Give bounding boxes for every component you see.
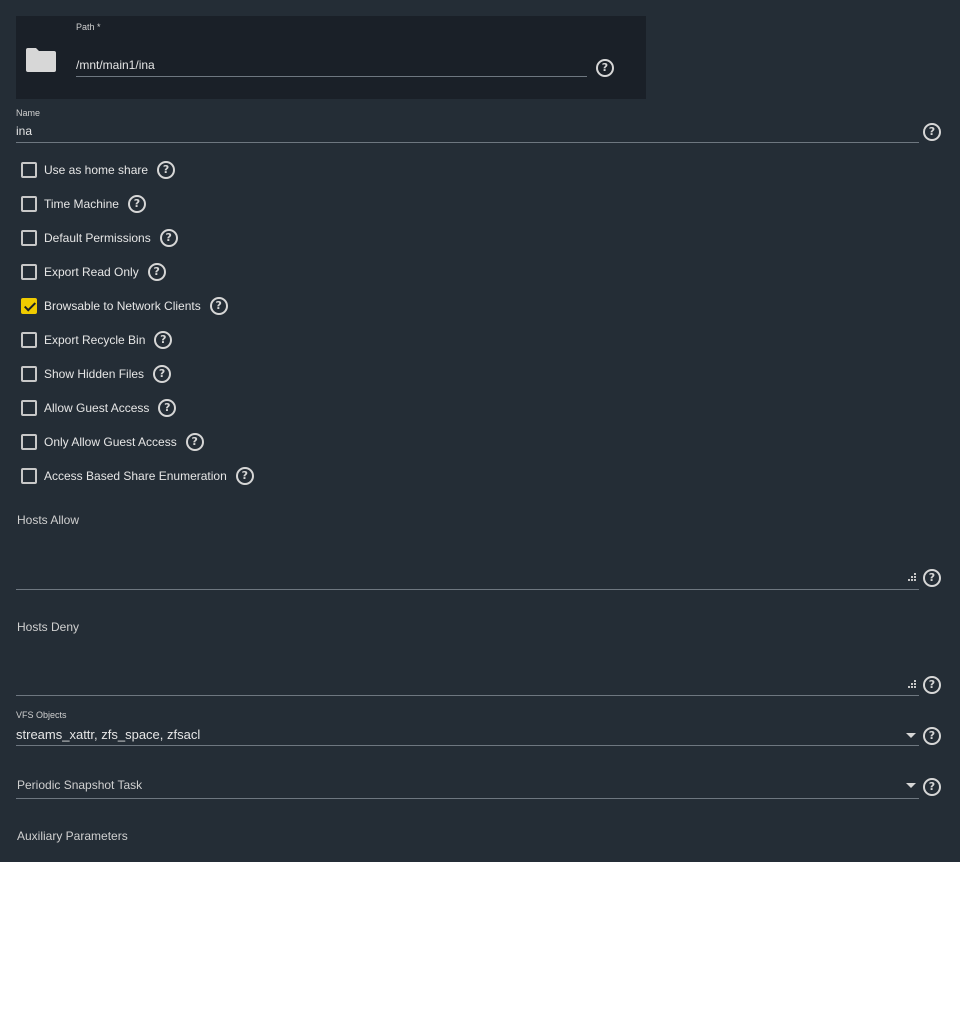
hosts-deny-resize-handle-icon[interactable] [908, 680, 917, 689]
name-underline [16, 142, 919, 143]
path-field-container: Path * /mnt/main1/ina [16, 16, 646, 99]
periodic-snapshot-select[interactable]: Periodic Snapshot Task [17, 778, 142, 792]
checkbox-row-show-hidden-files[interactable]: Show Hidden Files [21, 365, 172, 383]
checkbox-row-allow-guest[interactable]: Allow Guest Access [21, 399, 177, 417]
hosts-allow-label: Hosts Allow [17, 513, 80, 527]
vfs-objects-label: VFS Objects [16, 710, 67, 720]
allow-guest-checkbox[interactable] [21, 400, 37, 416]
share-form-panel: Path * /mnt/main1/ina Name ina Use as ho… [0, 0, 960, 862]
path-underline [76, 76, 587, 77]
hosts-deny-help-icon[interactable] [923, 676, 941, 694]
export-read-only-help-icon[interactable] [147, 263, 166, 281]
default-permissions-help-icon[interactable] [159, 229, 178, 247]
hosts-deny-label: Hosts Deny [17, 620, 80, 634]
checkbox-row-abse[interactable]: Access Based Share Enumeration [21, 467, 254, 485]
only-guest-checkbox[interactable] [21, 434, 37, 450]
checkbox-row-export-read-only[interactable]: Export Read Only [21, 263, 166, 281]
abse-label: Access Based Share Enumeration [44, 469, 227, 483]
checkbox-row-home-share[interactable]: Use as home share [21, 161, 176, 179]
abse-checkbox[interactable] [21, 468, 37, 484]
vfs-objects-underline [16, 745, 919, 746]
default-permissions-label: Default Permissions [44, 231, 151, 245]
abse-help-icon[interactable] [235, 467, 254, 485]
checkbox-row-only-guest[interactable]: Only Allow Guest Access [21, 433, 204, 451]
vfs-objects-dropdown-icon[interactable] [906, 733, 916, 738]
browsable-checkbox[interactable] [21, 298, 37, 314]
time-machine-checkbox[interactable] [21, 196, 37, 212]
checkbox-row-export-recycle-bin[interactable]: Export Recycle Bin [21, 331, 173, 349]
browsable-help-icon[interactable] [209, 297, 228, 315]
default-permissions-checkbox[interactable] [21, 230, 37, 246]
time-machine-label: Time Machine [44, 197, 119, 211]
time-machine-help-icon[interactable] [127, 195, 146, 213]
browsable-label: Browsable to Network Clients [44, 299, 201, 313]
path-help-icon[interactable] [596, 59, 614, 77]
export-recycle-bin-help-icon[interactable] [154, 331, 173, 349]
folder-icon[interactable] [26, 48, 56, 72]
show-hidden-files-checkbox[interactable] [21, 366, 37, 382]
only-guest-label: Only Allow Guest Access [44, 435, 177, 449]
name-input[interactable]: ina [16, 124, 32, 138]
path-label: Path * [76, 22, 101, 32]
hosts-allow-textarea[interactable] [16, 589, 919, 590]
periodic-snapshot-underline [16, 798, 919, 799]
checkbox-row-time-machine[interactable]: Time Machine [21, 195, 146, 213]
name-help-icon[interactable] [923, 123, 941, 141]
only-guest-help-icon[interactable] [185, 433, 204, 451]
allow-guest-help-icon[interactable] [158, 399, 177, 417]
export-recycle-bin-label: Export Recycle Bin [44, 333, 146, 347]
vfs-objects-select[interactable]: streams_xattr, zfs_space, zfsacl [16, 727, 200, 742]
export-read-only-checkbox[interactable] [21, 264, 37, 280]
home-share-checkbox[interactable] [21, 162, 37, 178]
checkbox-row-default-permissions[interactable]: Default Permissions [21, 229, 178, 247]
allow-guest-label: Allow Guest Access [44, 401, 150, 415]
periodic-snapshot-dropdown-icon[interactable] [906, 783, 916, 788]
hosts-allow-help-icon[interactable] [923, 569, 941, 587]
vfs-objects-help-icon[interactable] [923, 727, 941, 745]
home-share-help-icon[interactable] [157, 161, 176, 179]
name-label: Name [16, 108, 41, 118]
home-share-label: Use as home share [44, 163, 149, 177]
show-hidden-files-label: Show Hidden Files [44, 367, 145, 381]
path-input[interactable]: /mnt/main1/ina [76, 58, 155, 72]
checkbox-row-browsable[interactable]: Browsable to Network Clients [21, 297, 228, 315]
auxiliary-parameters-label: Auxiliary Parameters [17, 829, 128, 843]
export-read-only-label: Export Read Only [44, 265, 139, 279]
periodic-snapshot-help-icon[interactable] [923, 778, 941, 796]
show-hidden-files-help-icon[interactable] [153, 365, 172, 383]
export-recycle-bin-checkbox[interactable] [21, 332, 37, 348]
hosts-allow-resize-handle-icon[interactable] [908, 573, 917, 582]
hosts-deny-textarea[interactable] [16, 695, 919, 696]
